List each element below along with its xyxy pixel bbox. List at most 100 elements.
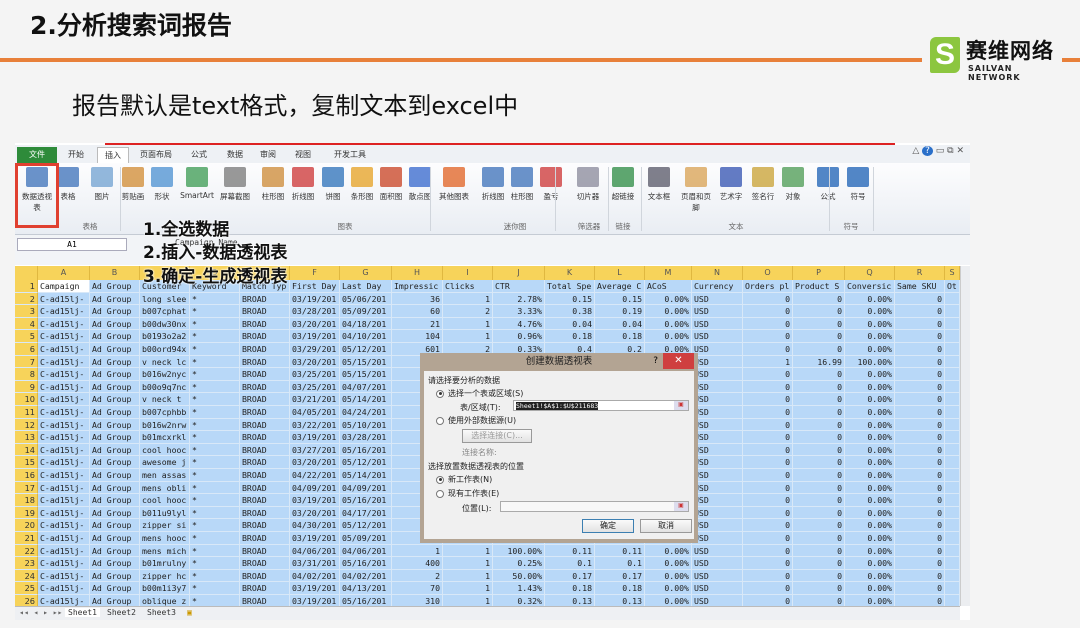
cell[interactable]: * [190,418,240,432]
location-input[interactable]: ▣ [500,501,689,512]
column-header[interactable]: P [793,266,845,280]
cell[interactable]: C-ad15lj- [38,494,90,507]
cell[interactable]: * [190,406,240,419]
row-header[interactable]: 25 [15,582,38,595]
cell[interactable]: v neck lc [140,355,190,369]
cell[interactable]: First Day [290,280,340,293]
cell[interactable] [945,330,960,343]
cell[interactable]: 0.00% [645,292,692,306]
cell[interactable]: mens mich [140,544,190,558]
cell[interactable]: 0 [895,431,945,444]
cell[interactable]: USD [692,330,743,343]
cell[interactable]: * [190,431,240,444]
cell[interactable]: 0 [743,557,793,570]
cell[interactable]: men assas [140,469,190,482]
cell[interactable]: USD [692,506,743,520]
cell[interactable]: 0 [895,544,945,558]
cell[interactable]: Ad Group [90,557,140,570]
cell[interactable]: 05/09/201 [340,305,392,318]
cell[interactable]: b016w2nyc [140,368,190,381]
cell[interactable]: 03/25/201 [290,380,340,394]
cell[interactable]: 0.00% [645,569,692,583]
cell[interactable]: 0.00% [845,481,895,495]
location-picker-icon[interactable]: ▣ [674,502,688,511]
cell[interactable]: 0.00% [845,443,895,457]
cell[interactable]: C-ad15lj- [38,443,90,457]
cell[interactable]: * [190,582,240,595]
column-header[interactable]: L [595,266,645,280]
cell[interactable]: 0 [743,292,793,306]
cell[interactable]: BROAD [240,431,290,444]
cell[interactable]: BROAD [240,582,290,595]
cell[interactable]: 0 [793,330,845,343]
cell[interactable]: USD [692,544,743,558]
cell[interactable]: Orders pl [743,280,793,293]
row-header[interactable]: 12 [15,418,38,432]
cell[interactable]: Ad Group [90,280,140,293]
cell[interactable]: zipper hc [140,569,190,583]
cell[interactable]: 0 [895,317,945,331]
cell[interactable]: 0.00% [845,532,895,545]
tab-5[interactable]: 数据 [220,147,250,163]
cell[interactable]: Ad Group [90,519,140,532]
column-header[interactable]: Q [845,266,895,280]
cell[interactable]: 0.00% [645,544,692,558]
cell[interactable]: BROAD [240,343,290,356]
cell[interactable]: 0 [793,443,845,457]
cell[interactable]: 03/31/201 [290,557,340,570]
cell[interactable]: Ad Group [90,292,140,306]
cell[interactable]: zipper si [140,519,190,532]
column-header[interactable]: N [692,266,743,280]
cell[interactable]: 03/19/201 [290,431,340,444]
cell[interactable]: 1 [443,544,493,558]
column-header[interactable]: A [38,266,90,280]
cell[interactable]: b016w2nrw [140,418,190,432]
insert-sheet-icon[interactable]: ▣ [187,608,192,617]
cell[interactable] [945,368,960,381]
row-header[interactable]: 21 [15,532,38,545]
cell[interactable]: 1 [443,292,493,306]
cell[interactable]: 0 [895,343,945,356]
cell[interactable]: * [190,343,240,356]
cell[interactable]: 0 [895,532,945,545]
cell[interactable]: 0 [743,544,793,558]
row-header[interactable]: 24 [15,569,38,583]
cell[interactable]: 05/10/201 [340,418,392,432]
column-header[interactable]: B [90,266,140,280]
row-header[interactable]: 7 [15,355,38,369]
cell[interactable]: Ad Group [90,544,140,558]
cell[interactable]: 1 [443,330,493,343]
column-header[interactable]: O [743,266,793,280]
cell[interactable]: * [190,569,240,583]
cell[interactable]: Last Day [340,280,392,293]
name-box[interactable]: A1 [17,238,127,251]
column-header[interactable]: J [493,266,545,280]
cell[interactable]: BROAD [240,469,290,482]
cell[interactable]: 0 [793,557,845,570]
choose-connection-button[interactable]: 选择连接(C)... [462,429,532,443]
cell[interactable]: BROAD [240,506,290,520]
row-header[interactable]: 6 [15,343,38,356]
cell[interactable]: 0.25% [493,557,545,570]
cell[interactable]: USD [692,406,743,419]
cell[interactable]: USD [692,569,743,583]
cell[interactable]: 0.00% [845,393,895,406]
close-button[interactable]: ✕ [663,353,694,369]
cell[interactable]: 400 [392,557,443,570]
cell[interactable]: Impressic [392,280,443,293]
cell[interactable]: 03/19/201 [290,330,340,343]
ribbon-button-5[interactable]: SmartArt [180,167,214,200]
row-header[interactable]: 23 [15,557,38,570]
cell[interactable]: 60 [392,305,443,318]
cell[interactable]: Clicks [443,280,493,293]
cell[interactable]: 0.00% [645,582,692,595]
cell[interactable]: C-ad15lj- [38,393,90,406]
cell[interactable]: 0 [895,569,945,583]
cell[interactable]: cool hooc [140,494,190,507]
cell[interactable]: 0.96% [493,330,545,343]
cell[interactable]: Ad Group [90,418,140,432]
ribbon-button-17[interactable]: 切片器 [571,167,605,202]
cell[interactable]: 03/21/201 [290,393,340,406]
sheet-tab-2[interactable]: Sheet2 [107,608,136,617]
cell[interactable]: 05/09/201 [340,532,392,545]
